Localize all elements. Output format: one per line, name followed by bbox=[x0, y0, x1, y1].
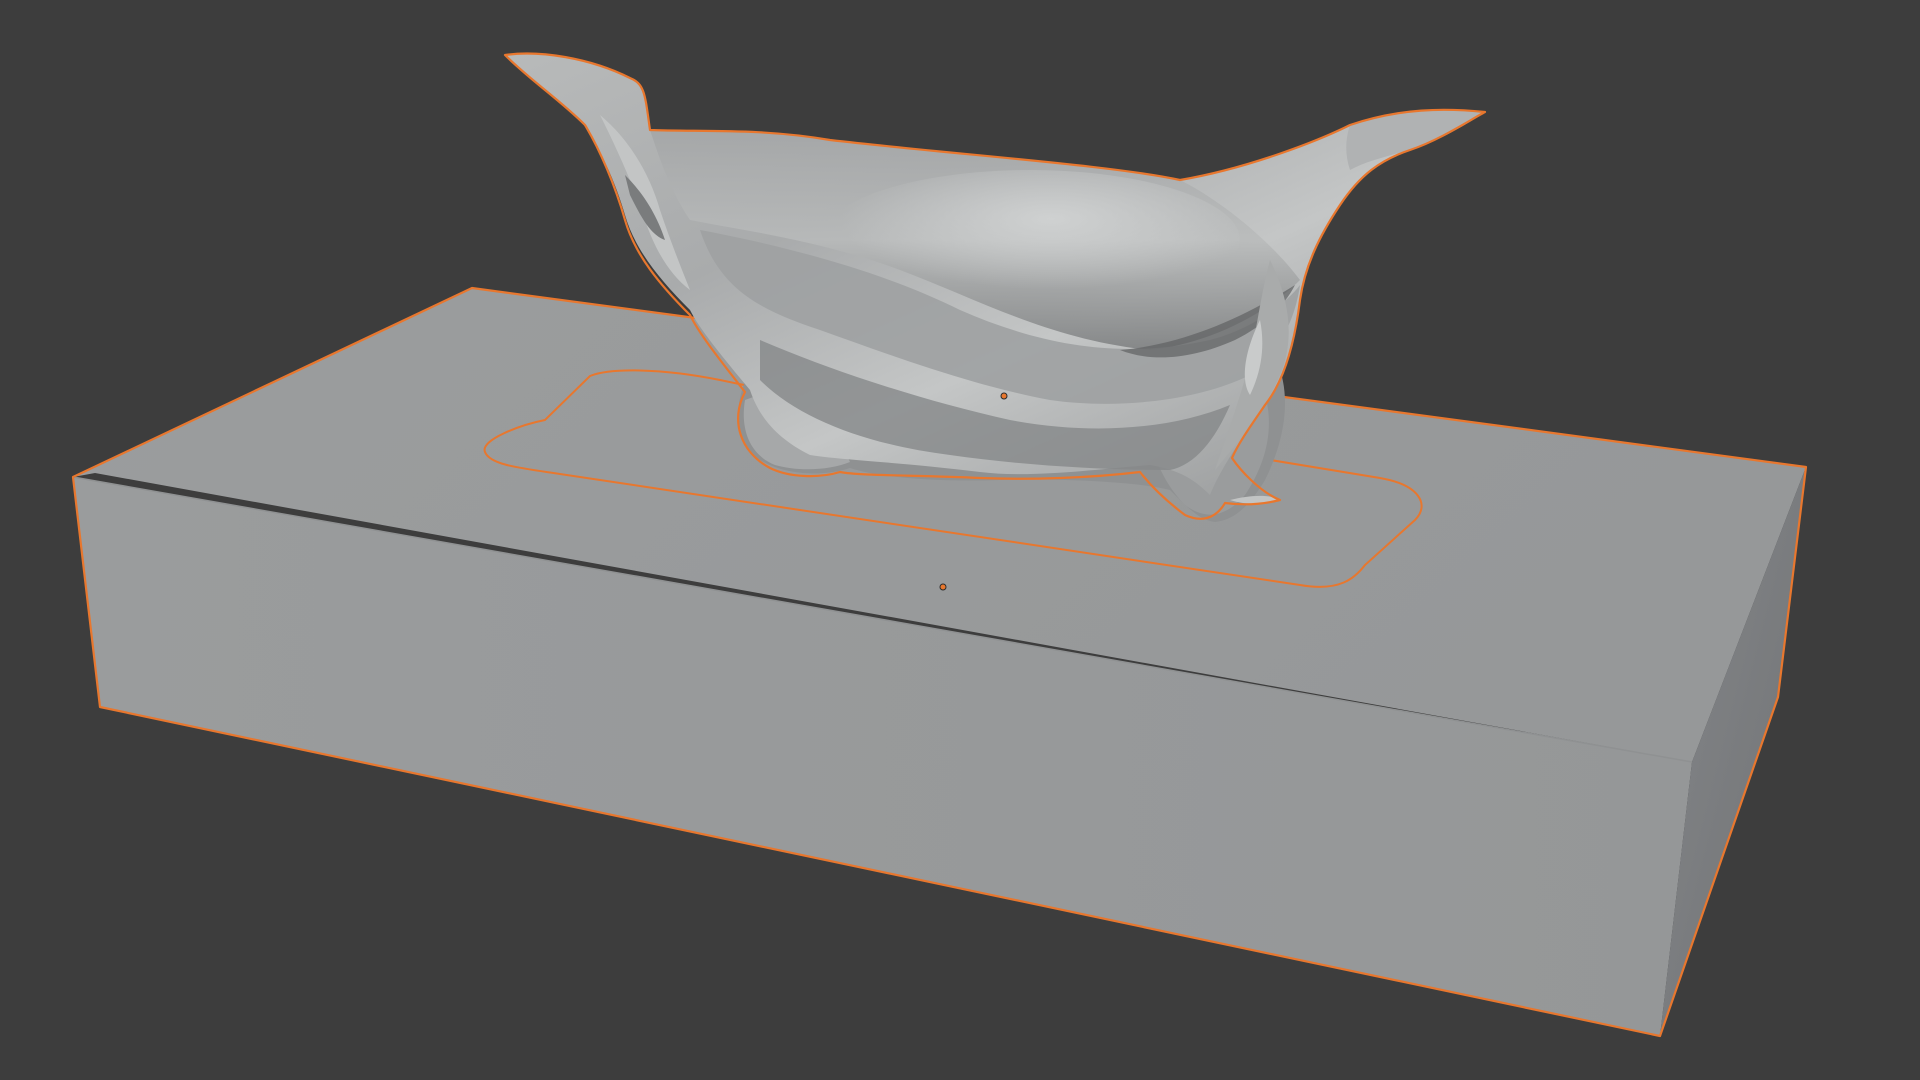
viewport-canvas[interactable] bbox=[0, 0, 1920, 1080]
box-origin-dot bbox=[939, 583, 947, 591]
3d-viewport[interactable] bbox=[0, 0, 1920, 1080]
tissue-origin-dot bbox=[1000, 392, 1008, 400]
